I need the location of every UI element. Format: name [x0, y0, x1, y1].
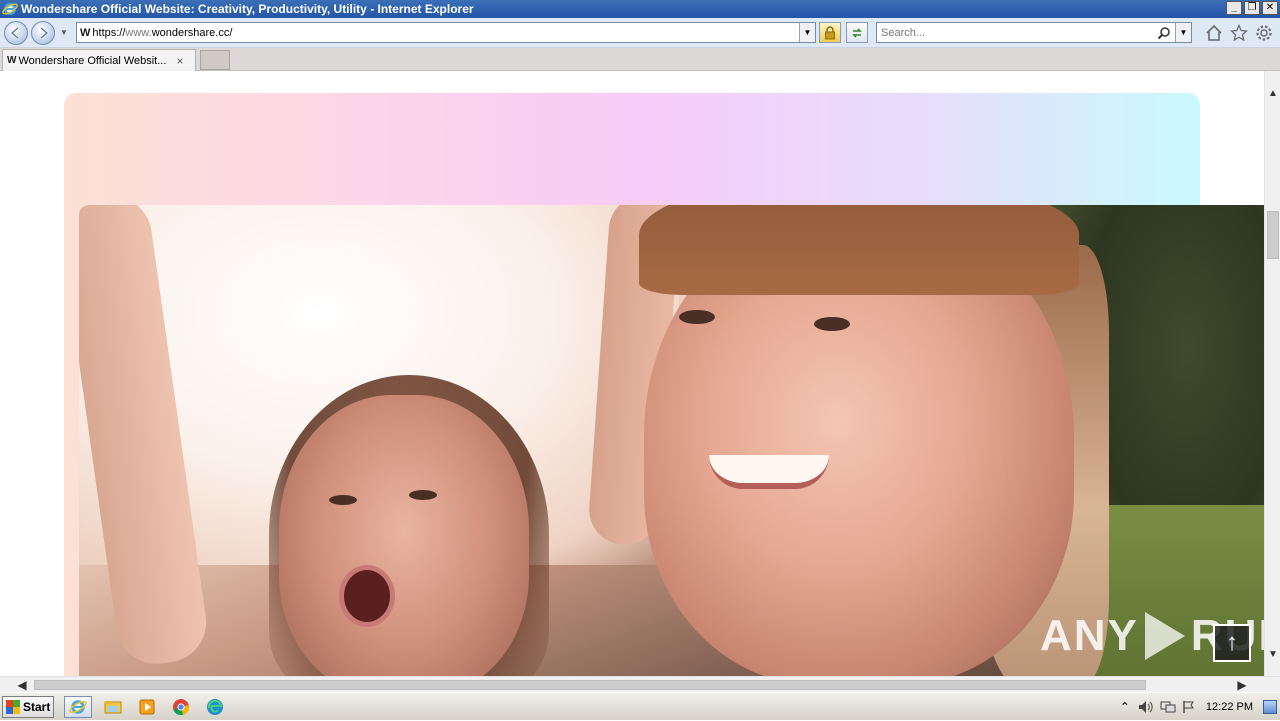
video-person-right-bangs — [639, 205, 1079, 295]
horizontal-scrollbar[interactable]: ◀ ▶ — [0, 676, 1280, 692]
url-text[interactable]: https://www.wondershare.cc/ — [92, 27, 232, 39]
video-eye — [679, 310, 715, 324]
video-person-left-face — [279, 395, 529, 676]
search-icon[interactable] — [1157, 26, 1171, 40]
start-button[interactable]: Start — [2, 696, 54, 718]
taskbar-clock[interactable]: 12:22 PM — [1206, 701, 1253, 713]
folder-icon — [104, 701, 122, 714]
show-desktop-icon[interactable] — [1263, 700, 1277, 714]
horizontal-scroll-thumb[interactable] — [34, 680, 1146, 690]
scroll-down-icon[interactable]: ▼ — [1265, 646, 1280, 662]
history-dropdown-icon[interactable]: ▼ — [60, 28, 68, 37]
video-open-mouth — [339, 565, 395, 627]
hero-video[interactable] — [79, 205, 1264, 676]
play-icon — [1144, 612, 1185, 660]
forward-arrow-icon — [40, 27, 49, 39]
tab-favicon: W — [7, 55, 17, 66]
taskbar-edge[interactable] — [201, 696, 229, 718]
window-title: Wondershare Official Website: Creativity… — [21, 2, 474, 16]
back-to-top-button[interactable]: ↑ — [1213, 624, 1251, 662]
new-tab-button[interactable] — [200, 50, 230, 70]
address-bar[interactable]: W https://www.wondershare.cc/ ▼ — [76, 22, 816, 43]
scroll-right-icon[interactable]: ▶ — [1234, 677, 1250, 693]
video-eye — [409, 490, 437, 500]
tab-close-icon[interactable]: × — [176, 54, 183, 68]
search-input[interactable] — [881, 26, 1151, 39]
address-dropdown-icon[interactable]: ▼ — [799, 23, 815, 42]
watermark-text-left: ANY — [1040, 611, 1139, 660]
windows-logo-icon — [6, 700, 20, 714]
video-smile — [709, 455, 829, 489]
chrome-icon — [173, 699, 190, 716]
scroll-left-icon[interactable]: ◀ — [14, 677, 30, 693]
lock-icon — [825, 25, 835, 39]
system-tray: ⌃ 12:22 PM — [1120, 693, 1280, 721]
internet-explorer-icon — [2, 3, 18, 15]
internet-explorer-icon — [69, 700, 87, 714]
page-content: ANY RUN ↑ — [0, 71, 1264, 676]
back-arrow-icon — [10, 27, 19, 39]
video-eye — [329, 495, 357, 505]
media-player-icon — [139, 699, 155, 715]
navigation-bar: ▼ W https://www.wondershare.cc/ ▼ ▼ — [0, 18, 1280, 48]
vertical-scrollbar[interactable]: ▲ ▼ — [1264, 71, 1280, 676]
close-button[interactable]: ✕ — [1262, 1, 1278, 15]
taskbar-file-explorer[interactable] — [99, 696, 127, 718]
refresh-button[interactable] — [846, 22, 868, 43]
video-eye — [814, 317, 850, 331]
favorites-star-icon[interactable] — [1230, 24, 1248, 42]
tab-bar: W Wondershare Official Websit... × — [0, 48, 1280, 71]
network-icon[interactable] — [1160, 700, 1176, 714]
show-hidden-icons-icon[interactable]: ⌃ — [1120, 700, 1130, 714]
site-favicon: W — [80, 26, 90, 39]
taskbar: Start ⌃ 12:22 PM — [0, 692, 1280, 720]
security-lock-button[interactable] — [819, 22, 841, 43]
tab-label: Wondershare Official Websit... — [18, 54, 167, 67]
gear-icon[interactable] — [1255, 24, 1273, 42]
arrow-up-icon: ↑ — [1226, 629, 1238, 656]
action-center-flag-icon[interactable] — [1182, 700, 1196, 714]
vertical-scroll-thumb[interactable] — [1267, 211, 1279, 259]
restore-button[interactable]: ❐ — [1244, 1, 1260, 15]
edge-icon — [207, 699, 223, 715]
search-dropdown-icon[interactable]: ▼ — [1175, 23, 1191, 42]
taskbar-internet-explorer[interactable] — [64, 696, 92, 718]
start-label: Start — [23, 700, 51, 714]
window-title-bar: Wondershare Official Website: Creativity… — [0, 0, 1280, 18]
refresh-icon — [852, 27, 862, 38]
volume-icon[interactable] — [1138, 700, 1154, 714]
tab-wondershare[interactable]: W Wondershare Official Websit... × — [2, 49, 196, 71]
scroll-up-icon[interactable]: ▲ — [1265, 85, 1280, 101]
back-button[interactable] — [4, 21, 28, 45]
taskbar-chrome[interactable] — [167, 696, 195, 718]
minimize-button[interactable]: _ — [1226, 1, 1242, 15]
search-box[interactable]: ▼ — [876, 22, 1192, 43]
home-icon[interactable] — [1205, 24, 1223, 42]
taskbar-media-player[interactable] — [133, 696, 161, 718]
forward-button[interactable] — [31, 21, 55, 45]
